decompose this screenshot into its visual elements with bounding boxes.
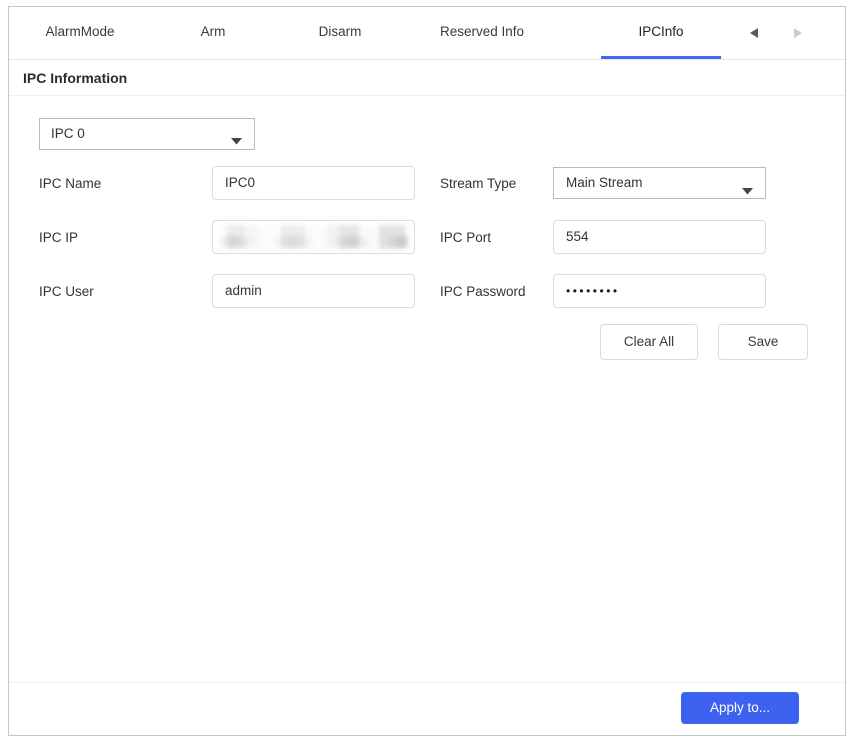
ipc-info-panel: AlarmMode Arm Disarm Reserved Info IPCIn… — [8, 6, 846, 736]
tab-label: Disarm — [318, 24, 362, 39]
tab-label: AlarmMode — [45, 24, 115, 39]
stream-type-select[interactable]: Main Stream — [553, 167, 766, 199]
apply-to-button[interactable]: Apply to... — [681, 692, 799, 724]
tab-label: Arm — [200, 24, 226, 39]
tab-ipcinfo[interactable]: IPCInfo — [601, 7, 721, 59]
ipc-channel-select[interactable]: IPC 0 — [39, 118, 255, 150]
form-body: IPC 0 IPC Name IPC0 IPC IP IPC User admi… — [9, 96, 845, 682]
ipc-port-label: IPC Port — [440, 230, 492, 245]
tab-scroll-next-button[interactable] — [781, 7, 815, 59]
tab-disarm[interactable]: Disarm — [294, 7, 386, 59]
ipc-password-label: IPC Password — [440, 284, 526, 299]
tab-bar: AlarmMode Arm Disarm Reserved Info IPCIn… — [9, 7, 845, 60]
redacted-ip-value — [219, 225, 408, 249]
ipc-password-input[interactable]: •••••••• — [553, 274, 766, 308]
triangle-right-icon — [793, 27, 802, 38]
save-button[interactable]: Save — [718, 324, 808, 360]
tab-scroll-prev-button[interactable] — [737, 7, 771, 59]
stream-type-value: Main Stream — [566, 175, 643, 190]
chevron-down-icon — [742, 182, 753, 200]
ipc-ip-label: IPC IP — [39, 230, 79, 245]
stream-type-label: Stream Type — [440, 176, 517, 191]
section-title: IPC Information — [9, 60, 845, 96]
ipc-user-value: admin — [225, 283, 262, 298]
tab-label: Reserved Info — [439, 24, 525, 39]
triangle-left-icon — [749, 27, 758, 38]
ipc-name-input[interactable]: IPC0 — [212, 166, 415, 200]
ipc-password-value: •••••••• — [566, 284, 620, 298]
chevron-down-icon — [231, 132, 242, 150]
tab-alarmmode[interactable]: AlarmMode — [21, 7, 139, 59]
ipc-name-label: IPC Name — [39, 176, 102, 191]
ipc-user-input[interactable]: admin — [212, 274, 415, 308]
tab-label: IPCInfo — [638, 24, 684, 39]
ipc-port-input[interactable]: 554 — [553, 220, 766, 254]
tab-reserved-info[interactable]: Reserved Info — [417, 7, 547, 59]
tab-arm[interactable]: Arm — [167, 7, 259, 59]
ipc-ip-input[interactable] — [212, 220, 415, 254]
ipc-port-value: 554 — [566, 229, 589, 244]
ipc-channel-value: IPC 0 — [51, 126, 85, 141]
footer-bar: Apply to... — [9, 682, 845, 735]
clear-all-button[interactable]: Clear All — [600, 324, 698, 360]
ipc-user-label: IPC User — [39, 284, 94, 299]
ipc-name-value: IPC0 — [225, 175, 256, 190]
